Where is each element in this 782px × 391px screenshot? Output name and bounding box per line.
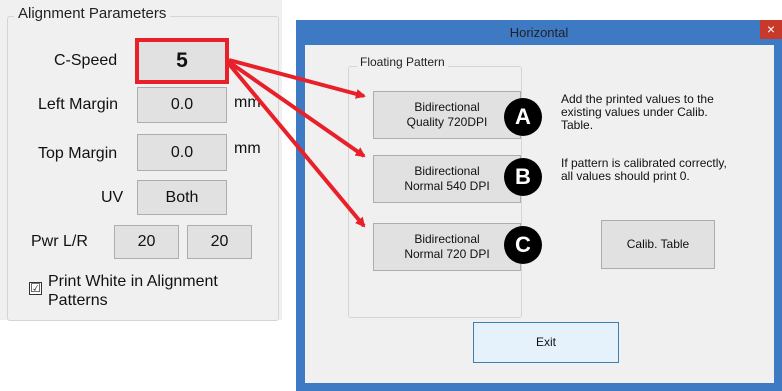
callout-a: A bbox=[504, 98, 542, 136]
callout-c: C bbox=[504, 226, 542, 264]
callout-arrows bbox=[227, 58, 366, 228]
arrow-to-normal-720 bbox=[227, 62, 366, 228]
callout-b: B bbox=[504, 158, 542, 196]
